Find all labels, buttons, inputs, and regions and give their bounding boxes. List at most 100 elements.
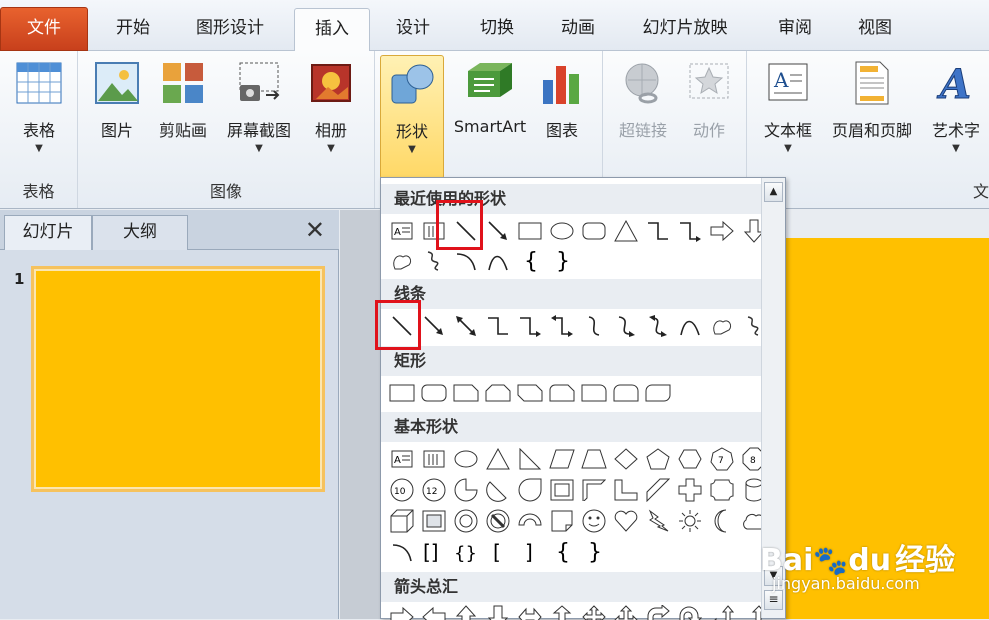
l-shape-icon[interactable] xyxy=(611,475,640,504)
block-arc-shape-icon[interactable] xyxy=(515,506,544,535)
donut-shape-icon[interactable] xyxy=(451,506,480,535)
album-button[interactable]: 相册 ▼ xyxy=(304,55,358,154)
smiley-face-shape-icon[interactable] xyxy=(579,506,608,535)
arrow-line-shape-icon[interactable] xyxy=(483,216,512,245)
curve-shape-icon[interactable] xyxy=(675,311,704,340)
right-arrow-shape-icon[interactable] xyxy=(387,602,416,620)
arc-shape-icon[interactable] xyxy=(451,246,480,275)
cross-shape-icon[interactable] xyxy=(675,475,704,504)
right-brace-shape-icon[interactable]: } xyxy=(547,246,576,275)
u-turn-arrow-shape-icon[interactable] xyxy=(675,602,704,620)
double-bracket-shape-icon[interactable]: [] xyxy=(419,537,448,566)
quad-arrow-shape-icon[interactable] xyxy=(579,602,608,620)
plaque-shape-icon[interactable] xyxy=(707,475,736,504)
freeform-shape-icon[interactable] xyxy=(707,311,736,340)
elbow-connector-shape-icon[interactable] xyxy=(483,311,512,340)
diagonal-stripe-shape-icon[interactable] xyxy=(643,475,672,504)
heart-shape-icon[interactable] xyxy=(611,506,640,535)
snip-round-rectangle-shape-icon[interactable] xyxy=(547,378,576,407)
left-up-arrow-shape-icon[interactable] xyxy=(707,602,736,620)
snip-same-side-rectangle-shape-icon[interactable] xyxy=(483,378,512,407)
cube-shape-icon[interactable] xyxy=(387,506,416,535)
textbox-shape-icon[interactable]: A xyxy=(387,444,416,473)
picture-button[interactable]: 图片 xyxy=(90,55,144,141)
tab-design[interactable]: 设计 xyxy=(378,8,448,51)
close-icon[interactable]: ✕ xyxy=(305,216,325,244)
elbow-arrow-connector-shape-icon[interactable] xyxy=(515,311,544,340)
double-arrow-line-shape-icon[interactable] xyxy=(451,311,480,340)
up-down-arrow-shape-icon[interactable] xyxy=(547,602,576,620)
bent-arrow-shape-icon[interactable] xyxy=(643,602,672,620)
curved-arrow-connector-shape-icon[interactable] xyxy=(611,311,640,340)
elbow-double-arrow-connector-shape-icon[interactable] xyxy=(547,311,576,340)
rectangle-shape-icon[interactable] xyxy=(387,378,416,407)
shapes-button[interactable]: 形状 ▼ xyxy=(380,55,444,179)
tab-home[interactable]: 开始 xyxy=(96,8,170,51)
tab-insert[interactable]: 插入 xyxy=(294,8,370,52)
chart-button[interactable]: 图表 xyxy=(535,55,589,141)
textbox-shape-icon[interactable]: A xyxy=(387,216,416,245)
right-brace-shape-icon[interactable]: } xyxy=(579,537,608,566)
rounded-rectangle-shape-icon[interactable] xyxy=(419,378,448,407)
smartart-button[interactable]: SmartArt xyxy=(449,55,531,136)
elbow-connector-shape-icon[interactable] xyxy=(643,216,672,245)
arrow-line-shape-icon[interactable] xyxy=(419,311,448,340)
sun-shape-icon[interactable] xyxy=(675,506,704,535)
slide-thumbnail[interactable] xyxy=(31,266,325,492)
header-footer-button[interactable]: 页眉和页脚 xyxy=(825,55,919,141)
table-button[interactable]: 表格 ▼ xyxy=(10,55,68,154)
wordart-button[interactable]: A 艺术字 ▼ xyxy=(923,55,989,155)
parallelogram-shape-icon[interactable] xyxy=(547,444,576,473)
diamond-shape-icon[interactable] xyxy=(611,444,640,473)
right-triangle-shape-icon[interactable] xyxy=(515,444,544,473)
double-brace-shape-icon[interactable]: {} xyxy=(451,537,480,566)
freeform-shape-icon[interactable] xyxy=(387,246,416,275)
pentagon-shape-icon[interactable] xyxy=(643,444,672,473)
left-right-arrow-shape-icon[interactable] xyxy=(515,602,544,620)
frame-shape-icon[interactable] xyxy=(547,475,576,504)
scroll-up-icon[interactable]: ▲ xyxy=(764,182,783,202)
curve-shape-icon[interactable] xyxy=(483,246,512,275)
tab-file[interactable]: 文件 xyxy=(0,7,88,51)
clipart-button[interactable]: 剪贴画 xyxy=(154,55,212,141)
vertical-textbox-shape-icon[interactable] xyxy=(419,444,448,473)
tab-view[interactable]: 视图 xyxy=(840,8,910,51)
up-arrow-shape-icon[interactable] xyxy=(451,602,480,620)
triangle-shape-icon[interactable] xyxy=(611,216,640,245)
left-right-up-arrow-shape-icon[interactable] xyxy=(611,602,640,620)
tab-outline[interactable]: 大纲 xyxy=(92,215,188,250)
round-corner-rectangle-shape-icon[interactable] xyxy=(579,378,608,407)
hexagon-shape-icon[interactable] xyxy=(675,444,704,473)
rectangle-shape-icon[interactable] xyxy=(515,216,544,245)
tab-slideshow[interactable]: 幻灯片放映 xyxy=(625,8,745,51)
teardrop-shape-icon[interactable] xyxy=(515,475,544,504)
tab-slides[interactable]: 幻灯片 xyxy=(4,215,92,250)
trapezoid-shape-icon[interactable] xyxy=(579,444,608,473)
round-same-side-rectangle-shape-icon[interactable] xyxy=(611,378,640,407)
arc-shape-icon[interactable] xyxy=(387,537,416,566)
snip-corner-rectangle-shape-icon[interactable] xyxy=(451,378,480,407)
tab-shape-design[interactable]: 图形设计 xyxy=(182,8,278,51)
left-brace-shape-icon[interactable]: { xyxy=(547,537,576,566)
pie-shape-icon[interactable] xyxy=(451,475,480,504)
heptagon-shape-icon[interactable]: 7 xyxy=(707,444,736,473)
oval-shape-icon[interactable] xyxy=(547,216,576,245)
moon-shape-icon[interactable] xyxy=(707,506,736,535)
down-arrow-shape-icon[interactable] xyxy=(483,602,512,620)
no-symbol-shape-icon[interactable] xyxy=(483,506,512,535)
snip-diagonal-rectangle-shape-icon[interactable] xyxy=(515,378,544,407)
folded-corner-shape-icon[interactable] xyxy=(547,506,576,535)
half-frame-shape-icon[interactable] xyxy=(579,475,608,504)
oval-shape-icon[interactable] xyxy=(451,444,480,473)
chord-shape-icon[interactable] xyxy=(483,475,512,504)
left-bracket-shape-icon[interactable]: [ xyxy=(483,537,512,566)
scribble-shape-icon[interactable] xyxy=(419,246,448,275)
right-bracket-shape-icon[interactable]: ] xyxy=(515,537,544,566)
gallery-resize-handle[interactable]: ≡ xyxy=(764,590,783,610)
tab-review[interactable]: 审阅 xyxy=(760,8,830,51)
round-diagonal-rectangle-shape-icon[interactable] xyxy=(643,378,672,407)
curved-double-arrow-connector-shape-icon[interactable] xyxy=(643,311,672,340)
screenshot-button[interactable]: 屏幕截图 ▼ xyxy=(220,55,298,154)
dodecagon-shape-icon[interactable]: 12 xyxy=(419,475,448,504)
curved-connector-shape-icon[interactable] xyxy=(579,311,608,340)
